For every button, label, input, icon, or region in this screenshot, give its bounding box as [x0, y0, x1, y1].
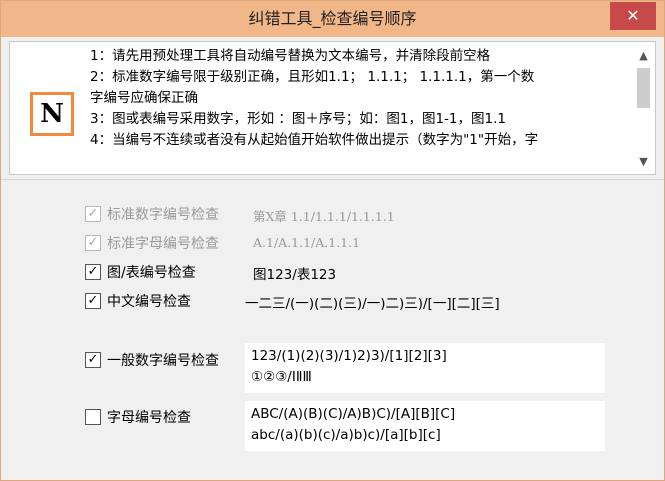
- title-bar[interactable]: 纠错工具_检查编号顺序 ✕: [1, 1, 664, 37]
- sample-letter: ABC/(A)(B)(C)/A)B)C)/[A][B][C] abc/(a)(b…: [245, 401, 605, 451]
- description-line: 3：图或表编号采用数字，形如 ：图＋序号；如：图1，图1-1，图1.1: [90, 111, 506, 127]
- checkbox-standard-letter[interactable]: ✓: [85, 235, 101, 251]
- option-letter[interactable]: 字母编号检查: [85, 407, 191, 427]
- window-title: 纠错工具_检查编号顺序: [248, 9, 417, 28]
- description-line: 2：标准数字编号限于级别正确，且形如1.1； 1.1.1； 1.1.1.1，第一…: [90, 69, 535, 85]
- checkbox-letter[interactable]: [85, 409, 101, 425]
- sample-line: ①②③/ⅠⅡⅢ: [251, 369, 312, 385]
- option-label: 一般数字编号检查: [107, 353, 219, 369]
- sample-standard-letter: A.1/A.1.1/A.1.1.1: [253, 235, 361, 250]
- checkbox-chinese[interactable]: ✓: [85, 293, 101, 309]
- description-line: 1：请先用预处理工具将自动编号替换为文本编号，并清除段前空格: [90, 48, 491, 64]
- scroll-up-icon[interactable]: ▲: [634, 48, 653, 64]
- divider: [1, 179, 664, 180]
- sample-chinese: 一二三/(一)(二)(三)/一)二)三)/[一][二][三]: [245, 296, 500, 312]
- sample-line: abc/(a)(b)(c)/a)b)c)/[a][b][c]: [251, 427, 441, 443]
- description-scrollbar[interactable]: ▲ ▼: [634, 46, 653, 172]
- description-line: 字编号应确保正确: [90, 90, 198, 106]
- sample-standard-number: 第X章 1.1/1.1.1/1.1.1.1: [253, 209, 395, 224]
- sample-figure-table: 图123/表123: [253, 267, 337, 283]
- option-label: 图/表编号检查: [107, 265, 196, 281]
- description-panel: N 1：请先用预处理工具将自动编号替换为文本编号，并清除段前空格 2：标准数字编…: [9, 41, 656, 175]
- checkbox-general-number[interactable]: ✓: [85, 352, 101, 368]
- sample-line: 123/(1)(2)(3)/1)2)3)/[1][2][3]: [251, 348, 447, 364]
- scroll-thumb[interactable]: [637, 68, 650, 108]
- option-label: 中文编号检查: [107, 294, 191, 310]
- option-standard-letter[interactable]: ✓ 标准字母编号检查: [85, 233, 219, 253]
- checkbox-figure-table[interactable]: ✓: [85, 264, 101, 280]
- close-button[interactable]: ✕: [610, 2, 656, 30]
- sample-general-number: 123/(1)(2)(3)/1)2)3)/[1][2][3] ①②③/ⅠⅡⅢ: [245, 343, 605, 393]
- description-text: 1：请先用预处理工具将自动编号替换为文本编号，并清除段前空格 2：标准数字编号限…: [90, 46, 630, 172]
- logo-icon: N: [30, 92, 74, 136]
- option-figure-table[interactable]: ✓ 图/表编号检查: [85, 262, 196, 282]
- dialog-window: 纠错工具_检查编号顺序 ✕ N 1：请先用预处理工具将自动编号替换为文本编号，并…: [0, 0, 665, 481]
- option-standard-number[interactable]: ✓ 标准数字编号检查: [85, 204, 219, 224]
- option-label: 标准字母编号检查: [107, 236, 219, 252]
- option-general-number[interactable]: ✓ 一般数字编号检查: [85, 350, 219, 370]
- description-line: 4：当编号不连续或者没有从起始值开始软件做出提示（数字为"1"开始，字: [90, 132, 539, 148]
- sample-line: ABC/(A)(B)(C)/A)B)C)/[A][B][C]: [251, 406, 456, 422]
- option-label: 标准数字编号检查: [107, 207, 219, 223]
- option-chinese[interactable]: ✓ 中文编号检查: [85, 291, 191, 311]
- checkbox-standard-number[interactable]: ✓: [85, 206, 101, 222]
- scroll-down-icon[interactable]: ▼: [634, 154, 653, 170]
- option-label: 字母编号检查: [107, 410, 191, 426]
